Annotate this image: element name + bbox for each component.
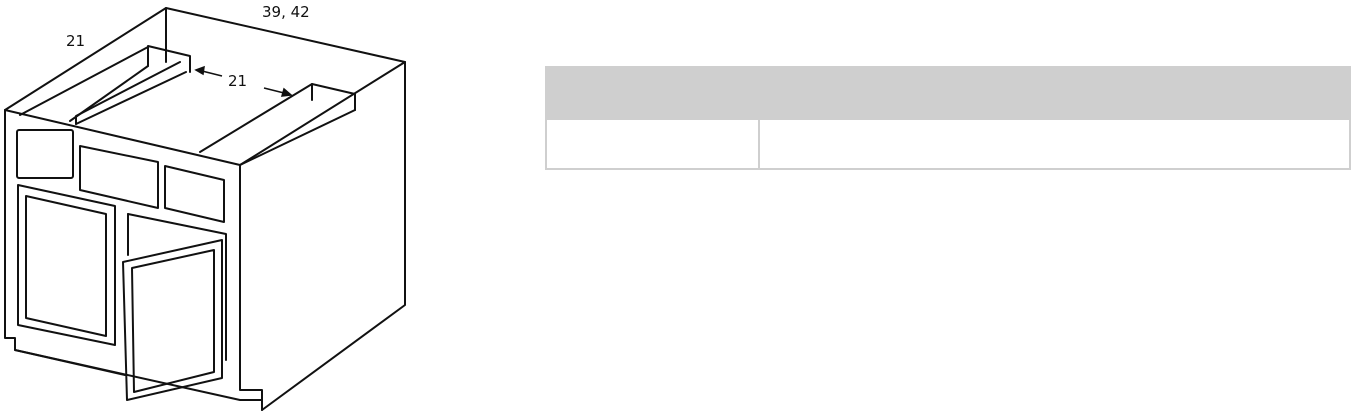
spec-header-left-cell (547, 68, 758, 120)
interior-gap-dimension-label: 21 (228, 72, 247, 90)
cabinet-line-drawing: 21 39, 42 21 (4, 3, 406, 411)
spec-header-right-cell (760, 68, 1349, 120)
spec-table-row (547, 120, 1349, 168)
depth-dimension-label: 21 (66, 32, 85, 50)
width-dimension-label: 39, 42 (262, 3, 310, 21)
spec-row-left-cell (547, 120, 758, 168)
spec-row-right-cell (760, 120, 1349, 168)
page-canvas: 21 39, 42 21 (0, 0, 1356, 415)
spec-table (545, 66, 1351, 170)
spec-table-header (547, 68, 1349, 120)
